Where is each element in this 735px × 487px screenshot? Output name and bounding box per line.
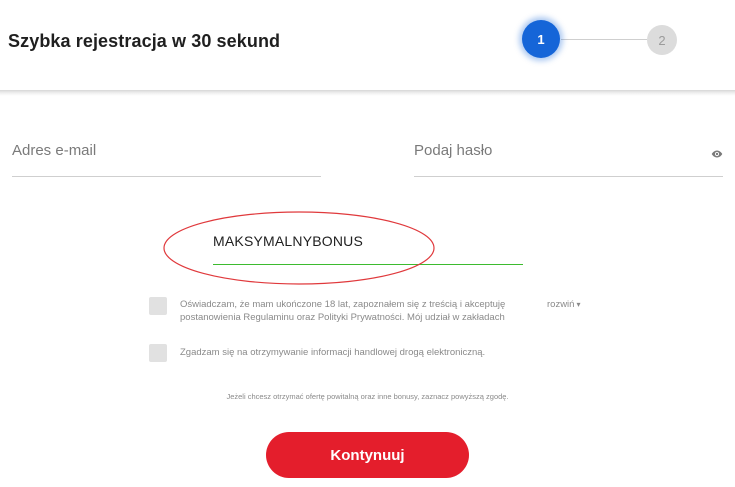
terms-consent-text: Oświadczam, że mam ukończone 18 lat, zap… — [180, 299, 506, 323]
registration-header: Szybka rejestracja w 30 sekund 1 2 — [0, 0, 735, 90]
email-field[interactable]: Adres e-mail — [12, 142, 321, 177]
password-field[interactable]: Podaj hasło — [414, 142, 723, 177]
terms-expand-link[interactable]: rozwiń ▾ — [547, 299, 580, 310]
promo-highlight-ellipse — [163, 211, 435, 285]
terms-checkbox[interactable] — [149, 297, 167, 315]
header-divider — [0, 90, 735, 96]
email-placeholder: Adres e-mail — [12, 142, 97, 159]
step-connector — [561, 39, 647, 40]
bonus-hint: Jeżeli chcesz otrzymać ofertę powitalną … — [226, 392, 509, 401]
eye-icon[interactable] — [711, 148, 723, 160]
expand-label: rozwiń — [547, 299, 575, 310]
password-placeholder: Podaj hasło — [414, 142, 493, 159]
marketing-checkbox[interactable] — [149, 344, 167, 362]
step-indicator-1: 1 — [522, 20, 560, 58]
page-title: Szybka rejestracja w 30 sekund — [8, 31, 281, 51]
chevron-down-icon: ▾ — [576, 300, 581, 309]
continue-button[interactable]: Kontynuuj — [266, 432, 469, 478]
marketing-consent-text: Zgadzam się na otrzymywanie informacji h… — [180, 347, 486, 358]
step-indicator-2: 2 — [647, 25, 677, 55]
